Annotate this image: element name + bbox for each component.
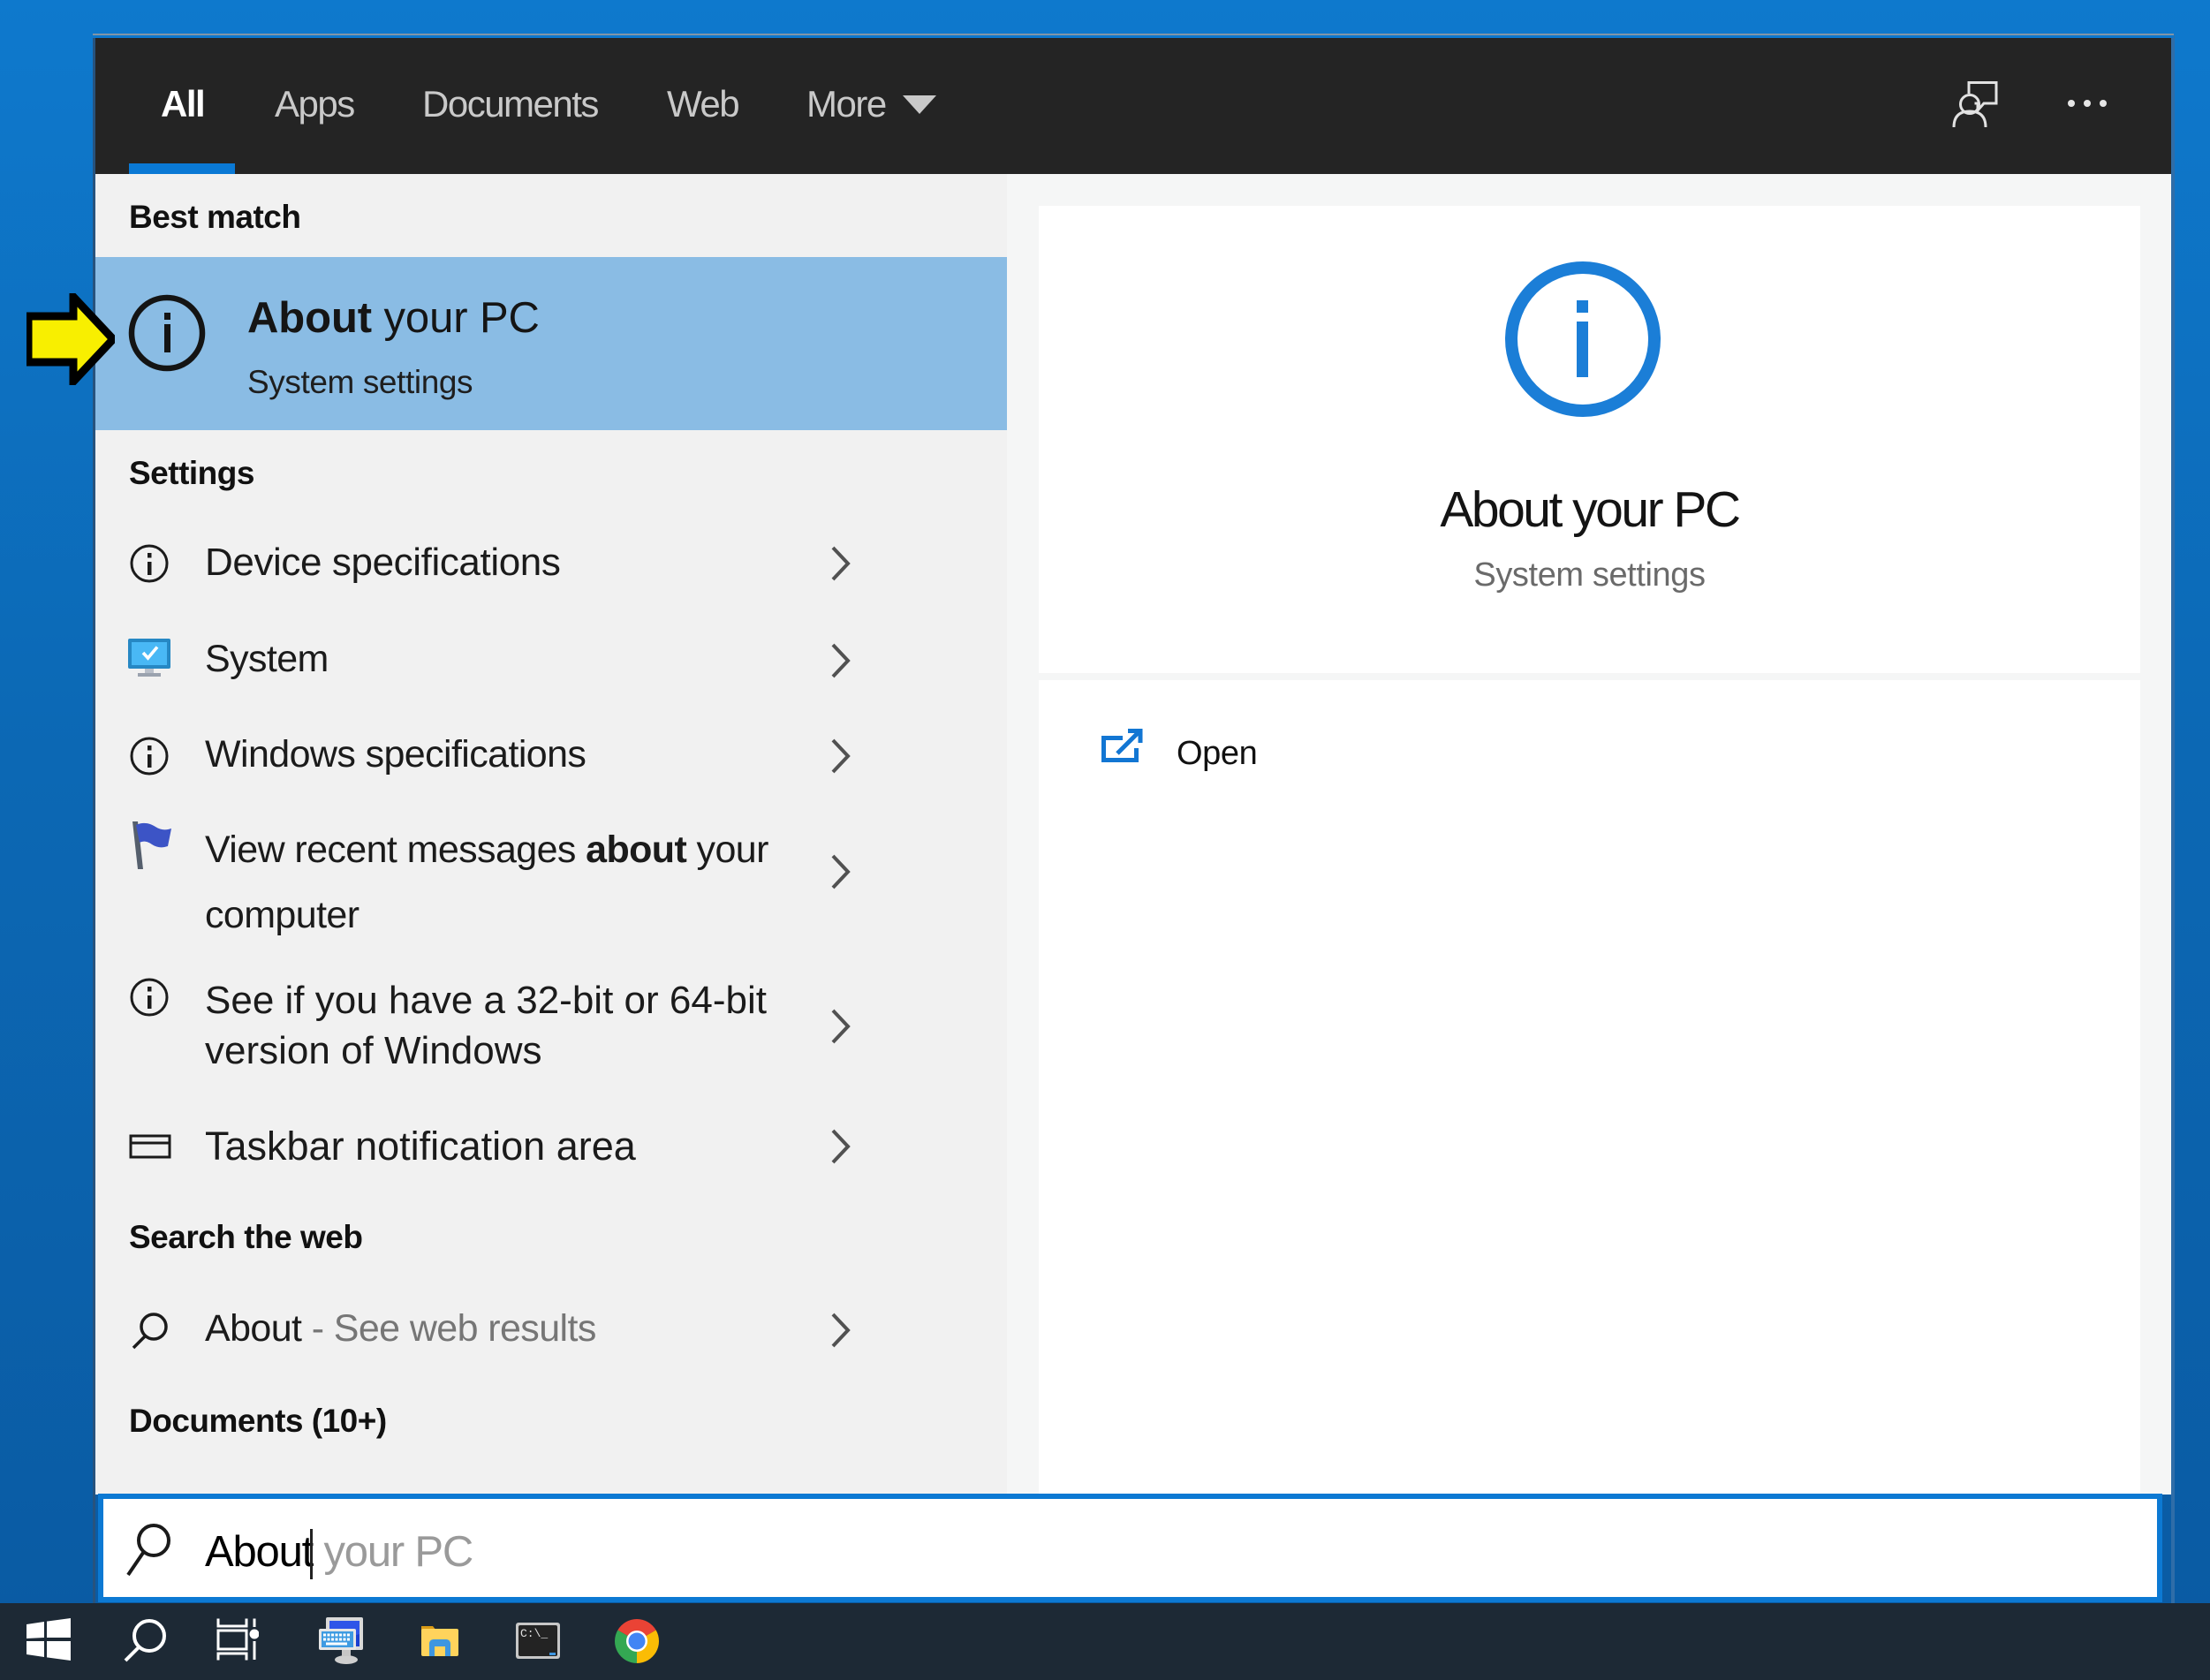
svg-text:C:\_: C:\_: [520, 1627, 548, 1640]
